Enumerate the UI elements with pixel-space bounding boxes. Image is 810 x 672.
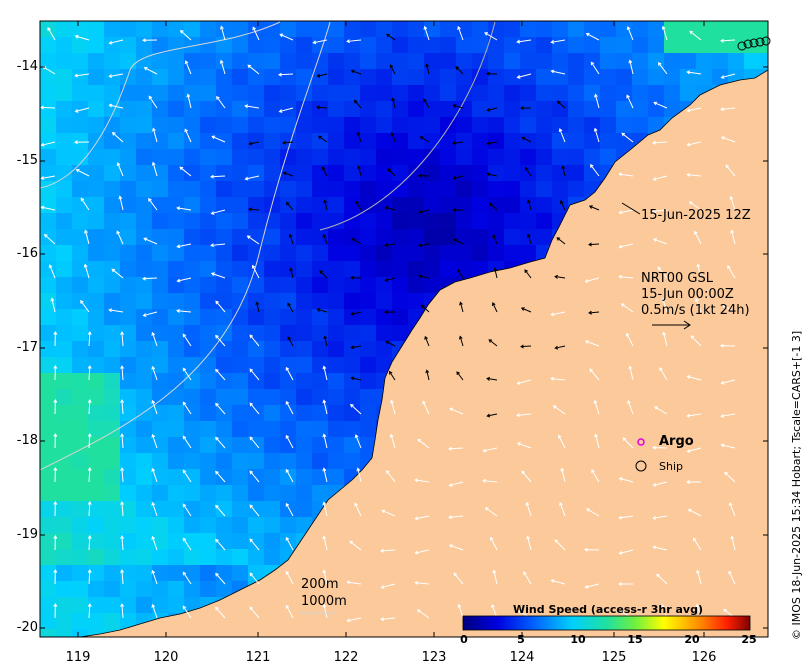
y-tick: -15 (16, 153, 38, 168)
contour-200m-label: 200m (301, 577, 339, 592)
colorbar-tick: 5 (517, 633, 525, 646)
x-tick: 120 (153, 650, 179, 665)
x-tick: 121 (245, 650, 271, 665)
contour-1000m-label: 1000m (301, 594, 347, 609)
x-tick: 119 (65, 650, 91, 665)
y-tick: -18 (16, 433, 38, 448)
x-tick: 125 (601, 650, 627, 665)
time-label: 15-Jun-2025 12Z (641, 208, 751, 223)
argo-legend-label: Argo (659, 434, 694, 449)
colorbar-tick: 0 (460, 633, 468, 646)
ship-legend-label: Ship (659, 460, 683, 473)
y-tick: -14 (16, 59, 38, 74)
colorbar-tick: 25 (741, 633, 757, 646)
x-tick: 124 (509, 650, 535, 665)
x-tick: 126 (691, 650, 717, 665)
product-time-label: 15-Jun 00:00Z (641, 287, 734, 302)
wind-speed-map (39, 20, 771, 638)
colorbar-tick: 20 (684, 633, 700, 646)
y-tick: -16 (16, 246, 38, 261)
y-tick: -17 (16, 340, 38, 355)
y-tick: -20 (16, 620, 38, 635)
credit-text: © IMOS 18-Jun-2025 15:34 Hobart; Tscale=… (790, 330, 803, 640)
scale-label: 0.5m/s (1kt 24h) (641, 303, 750, 318)
colorbar-tick: 10 (570, 633, 586, 646)
product-label: NRT00 GSL (641, 271, 713, 286)
x-tick: 122 (333, 650, 359, 665)
colorbar-tick: 15 (627, 633, 643, 646)
y-tick: -19 (16, 527, 38, 542)
colorbar-title: Wind Speed (access-r 3hr avg) (513, 603, 703, 616)
x-tick: 123 (421, 650, 447, 665)
colorbar (462, 615, 751, 631)
